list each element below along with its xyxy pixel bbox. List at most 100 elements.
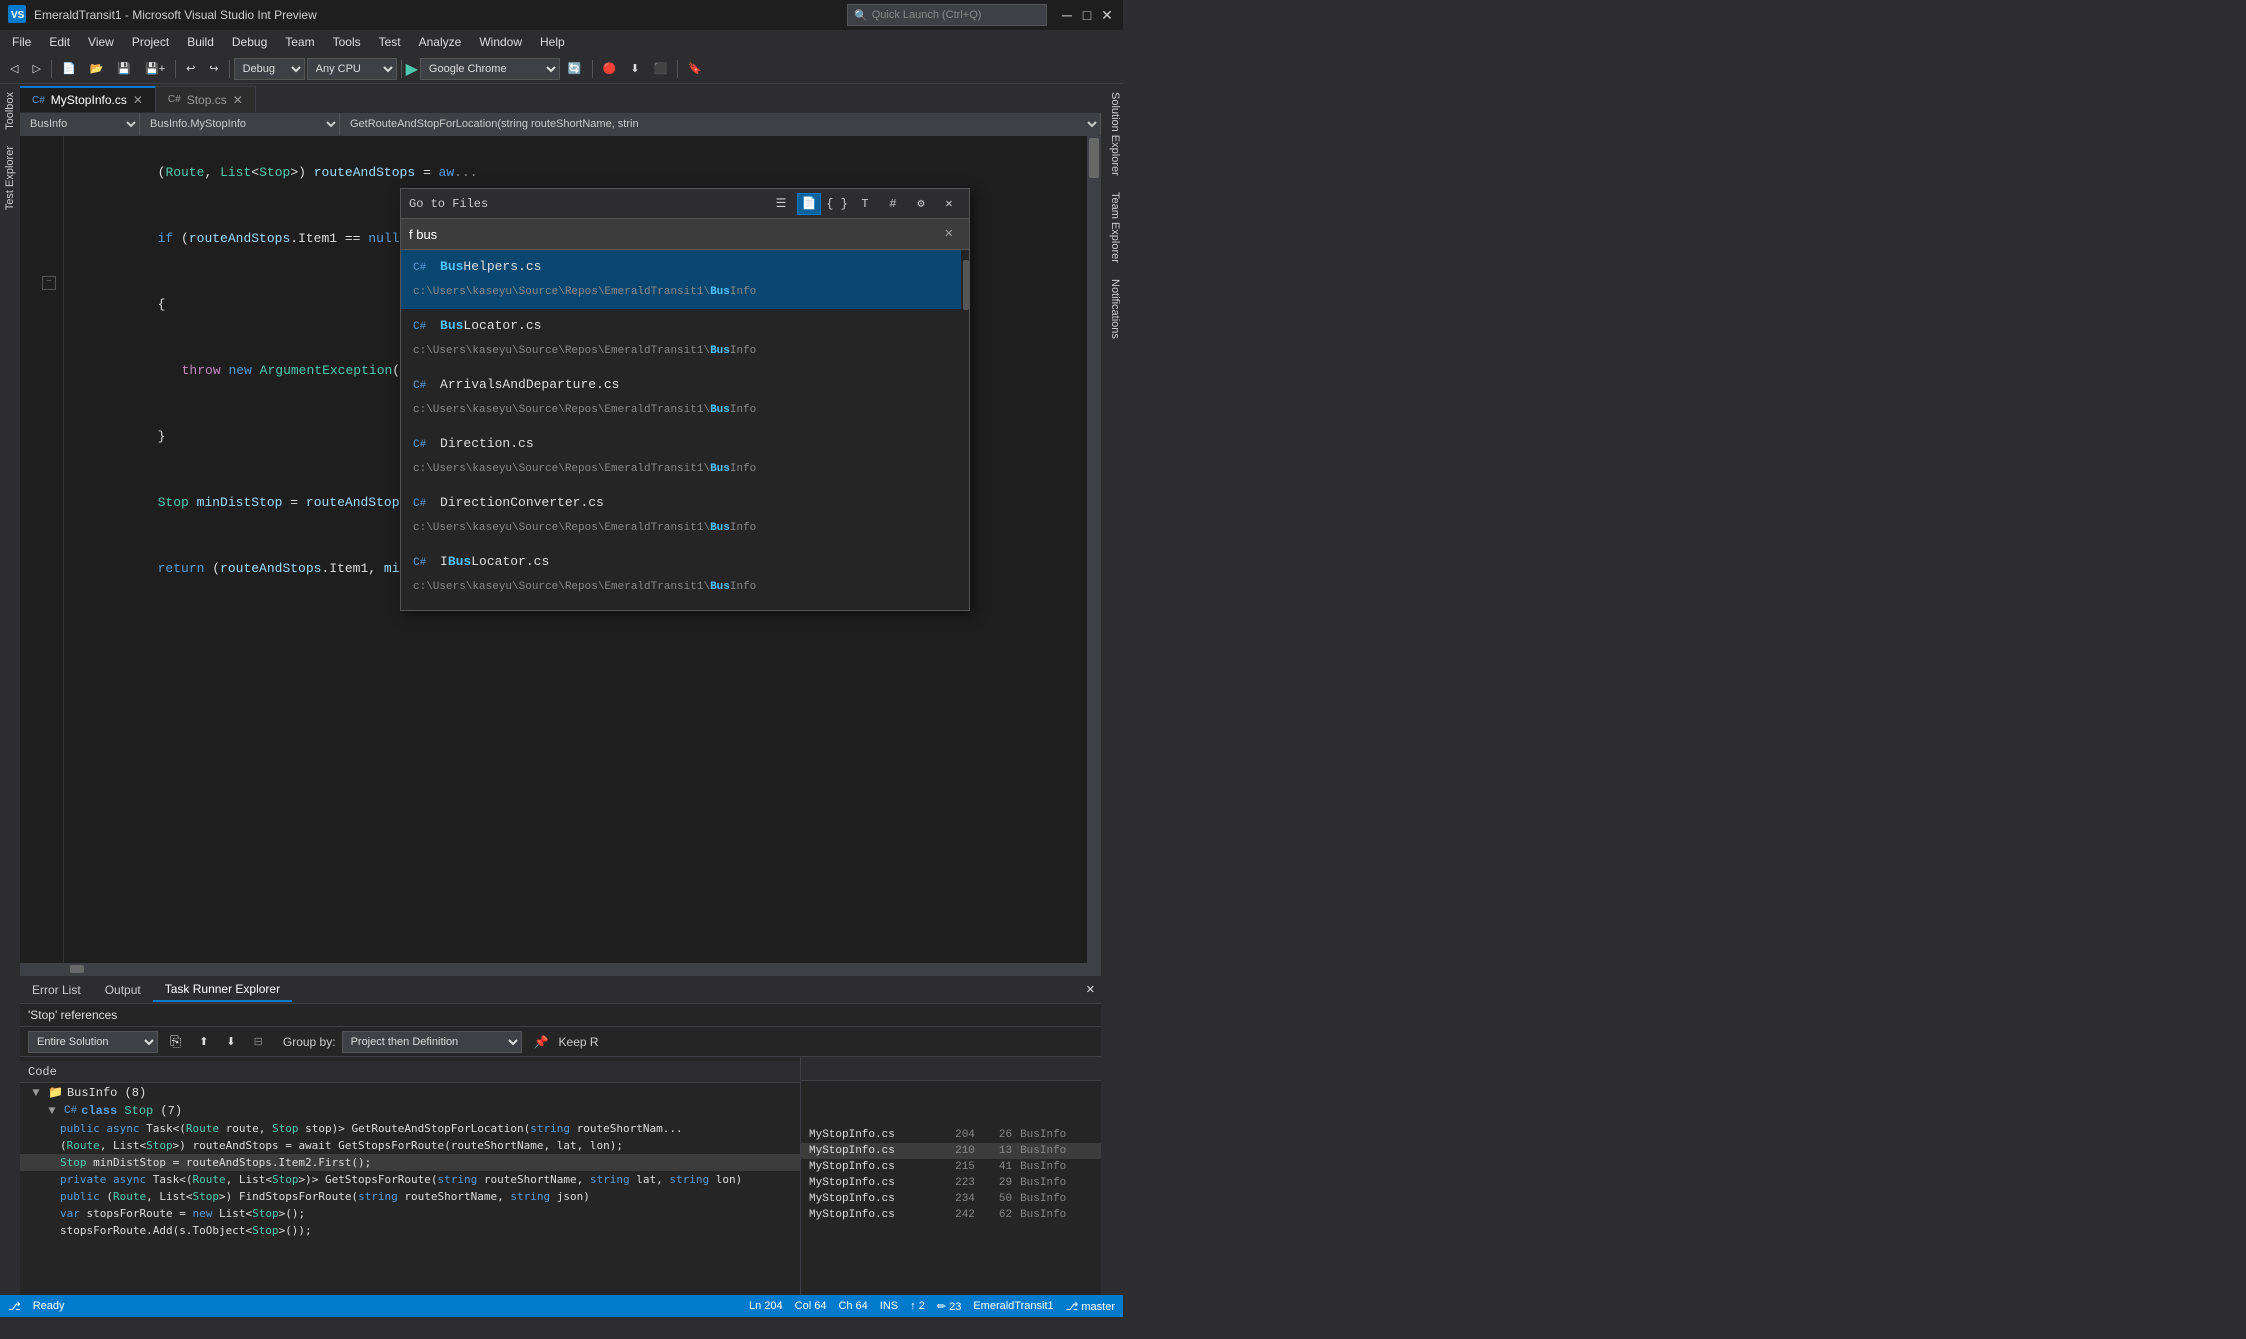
- class-select[interactable]: BusInfo.MyStopInfo: [140, 113, 340, 135]
- groupby-dropdown[interactable]: Project then Definition Definition Proje…: [342, 1031, 522, 1053]
- tree-row-5[interactable]: public (Route, List<Stop>) FindStopsForR…: [20, 1188, 800, 1205]
- notifications-tab[interactable]: Notifications: [1101, 271, 1123, 347]
- scope-dropdown[interactable]: Entire Solution Current Project Current …: [28, 1031, 158, 1053]
- goto-search-input[interactable]: [409, 227, 945, 242]
- goto-result-arrivals[interactable]: C# ArrivalsAndDeparture.cs c:\Users\kase…: [401, 368, 969, 427]
- goto-result-buslocator[interactable]: C# BusLocator.cs c:\Users\kaseyu\Source\…: [401, 309, 969, 368]
- collapse-button[interactable]: −: [42, 276, 56, 290]
- menu-edit[interactable]: Edit: [41, 33, 78, 51]
- goto-result-direction[interactable]: C# Direction.cs c:\Users\kaseyu\Source\R…: [401, 427, 969, 486]
- tree-row-3[interactable]: Stop minDistStop = routeAndStops.Item2.F…: [20, 1154, 800, 1171]
- maximize-button[interactable]: □: [1079, 7, 1095, 23]
- menu-tools[interactable]: Tools: [325, 33, 369, 51]
- platform-dropdown[interactable]: Any CPU x86 x64: [307, 58, 397, 80]
- ref-row-5[interactable]: MyStopInfo.cs 234 50 BusInfo: [801, 1191, 1101, 1207]
- namespace-select[interactable]: BusInfo: [20, 113, 140, 135]
- title-bar: VS EmeraldTransit1 - Microsoft Visual St…: [0, 0, 1123, 30]
- ref-row-2[interactable]: MyStopInfo.cs 210 13 BusInfo: [801, 1143, 1101, 1159]
- forward-button[interactable]: ▷: [26, 58, 46, 80]
- ref-row-6[interactable]: MyStopInfo.cs 242 62 BusInfo: [801, 1207, 1101, 1223]
- goto-result-bushelpers[interactable]: C# BusHelpers.cs c:\Users\kaseyu\Source\…: [401, 250, 969, 309]
- task-runner-tab[interactable]: Task Runner Explorer: [153, 978, 292, 1002]
- tree-content-6: var stopsForRoute = new List<Stop>();: [60, 1207, 305, 1220]
- quick-launch[interactable]: 🔍 Quick Launch (Ctrl+Q): [847, 4, 1047, 26]
- tree-row-1[interactable]: public async Task<(Route route, Stop sto…: [20, 1120, 800, 1137]
- browser-dropdown[interactable]: Google Chrome Microsoft Edge Firefox: [420, 58, 560, 80]
- copy-button[interactable]: ⎘: [164, 1031, 187, 1053]
- close-button[interactable]: ✕: [1099, 7, 1115, 23]
- bookmark-button[interactable]: 🔖: [682, 58, 708, 80]
- tree-class-stop[interactable]: ▼ C# class Stop (7): [20, 1102, 800, 1120]
- ref-row-1[interactable]: MyStopInfo.cs 204 26 BusInfo: [801, 1127, 1101, 1143]
- refresh-button[interactable]: 🔄: [562, 58, 588, 80]
- editor-scrollbar[interactable]: [1087, 136, 1101, 963]
- next-ref-button[interactable]: ⬇: [220, 1031, 241, 1053]
- menu-debug[interactable]: Debug: [224, 33, 275, 51]
- open-button[interactable]: 📂: [84, 58, 110, 80]
- menu-build[interactable]: Build: [179, 33, 222, 51]
- left-sidebar: Toolbox Test Explorer: [0, 84, 20, 1295]
- menu-team[interactable]: Team: [277, 33, 322, 51]
- prev-ref-button[interactable]: ⬆: [193, 1031, 214, 1053]
- error-list-tab[interactable]: Error List: [20, 979, 93, 1001]
- menu-help[interactable]: Help: [532, 33, 573, 51]
- menu-test[interactable]: Test: [371, 33, 409, 51]
- goto-icon-members[interactable]: { }: [825, 193, 849, 215]
- git-icon: ⎇: [8, 1300, 21, 1313]
- minimize-button[interactable]: ─: [1059, 7, 1075, 23]
- debug-config-dropdown[interactable]: Debug Release: [234, 58, 305, 80]
- breakpoint-button[interactable]: 🔴: [597, 58, 623, 80]
- goto-clear-button[interactable]: ✕: [945, 223, 953, 245]
- menu-view[interactable]: View: [80, 33, 122, 51]
- tree-row-4[interactable]: private async Task<(Route, List<Stop>)> …: [20, 1171, 800, 1188]
- redo-button[interactable]: ↪: [203, 58, 224, 80]
- goto-icon-files[interactable]: 📄: [797, 193, 821, 215]
- expand-icon-businfo: ▼: [28, 1086, 44, 1100]
- solution-explorer-tab[interactable]: Solution Explorer: [1101, 84, 1123, 184]
- goto-scrollbar[interactable]: [961, 250, 969, 610]
- menu-file[interactable]: File: [4, 33, 39, 51]
- ref-row-4[interactable]: MyStopInfo.cs 223 29 BusInfo: [801, 1175, 1101, 1191]
- new-file-button[interactable]: 📄: [56, 58, 82, 80]
- goto-close-button[interactable]: ✕: [937, 193, 961, 215]
- filter-button[interactable]: ⊟: [248, 1031, 269, 1053]
- tree-businfo-group[interactable]: ▼ 📁 BusInfo (8): [20, 1083, 800, 1102]
- goto-icon-1[interactable]: ☰: [769, 193, 793, 215]
- goto-rest-3: ArrivalsAndDeparture.cs: [440, 377, 619, 392]
- menu-project[interactable]: Project: [124, 33, 177, 51]
- tree-row-7[interactable]: stopsForRoute.Add(s.ToObject<Stop>());: [20, 1222, 800, 1239]
- goto-result-ibuslocator[interactable]: C# IBusLocator.cs c:\Users\kaseyu\Source…: [401, 545, 969, 604]
- close-bottom-panel[interactable]: ✕: [1080, 979, 1101, 1001]
- tree-row-6[interactable]: var stopsForRoute = new List<Stop>();: [20, 1205, 800, 1222]
- goto-result-itimezone[interactable]: C# ITimeZoneConverter.cs c:\Users\kaseyu…: [401, 604, 969, 610]
- goto-icon-all[interactable]: #: [881, 193, 905, 215]
- tab-icon-cs: C#: [32, 95, 45, 106]
- tab-mystopinfo[interactable]: C# MyStopInfo.cs ✕: [20, 86, 156, 112]
- goto-icon-5[interactable]: ⚙: [909, 193, 933, 215]
- method-select[interactable]: GetRouteAndStopForLocation(string routeS…: [340, 113, 1101, 135]
- undo-button[interactable]: ↩: [180, 58, 201, 80]
- tab-stop[interactable]: C# Stop.cs ✕: [156, 86, 256, 112]
- back-button[interactable]: ◁: [4, 58, 24, 80]
- step-button[interactable]: ⬇: [624, 58, 645, 80]
- save-all-button[interactable]: 💾+: [139, 58, 171, 80]
- test-explorer-tab[interactable]: Test Explorer: [2, 138, 18, 218]
- toolbox-tab[interactable]: Toolbox: [2, 84, 18, 138]
- save-button[interactable]: 💾: [111, 58, 137, 80]
- menu-window[interactable]: Window: [471, 33, 530, 51]
- horizontal-scrollbar[interactable]: [20, 963, 1101, 975]
- svg-text:VS: VS: [11, 10, 25, 21]
- tree-row-2[interactable]: (Route, List<Stop>) routeAndStops = awai…: [20, 1137, 800, 1154]
- output-tab[interactable]: Output: [93, 979, 153, 1001]
- goto-icon-types[interactable]: T: [853, 193, 877, 215]
- goto-result-directionconverter[interactable]: C# DirectionConverter.cs c:\Users\kaseyu…: [401, 486, 969, 545]
- stop-debug-button[interactable]: ⬛: [648, 58, 674, 80]
- menu-analyze[interactable]: Analyze: [411, 33, 470, 51]
- tab-close-mystopinfo[interactable]: ✕: [133, 93, 143, 107]
- ref-row-3[interactable]: MyStopInfo.cs 215 41 BusInfo: [801, 1159, 1101, 1175]
- ref-proj-2: BusInfo: [1020, 1145, 1093, 1157]
- team-explorer-tab[interactable]: Team Explorer: [1101, 184, 1123, 271]
- ref-col-1: 26: [983, 1129, 1020, 1141]
- tab-close-stop[interactable]: ✕: [233, 93, 243, 107]
- goto-result-name: C# BusHelpers.cs: [413, 256, 957, 279]
